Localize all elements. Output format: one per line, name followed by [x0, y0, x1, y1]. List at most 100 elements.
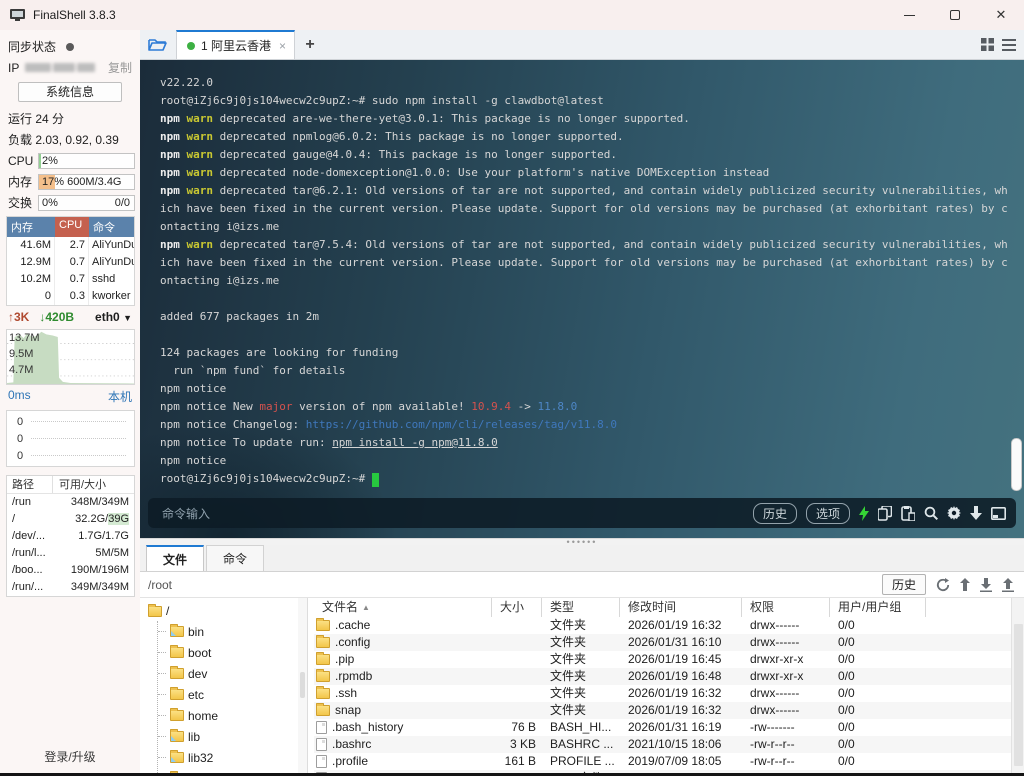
- connection-manager-button[interactable]: [140, 30, 176, 59]
- tab-session-1[interactable]: 1 阿里云香港 ×: [176, 30, 296, 59]
- connected-status-dot: [187, 41, 195, 50]
- maximize-button[interactable]: [932, 0, 978, 30]
- column-header[interactable]: 修改时间: [620, 598, 742, 617]
- column-header[interactable]: 类型: [542, 598, 620, 617]
- menu-icon[interactable]: [1002, 38, 1016, 51]
- tab-label: 1 阿里云香港: [201, 39, 272, 53]
- process-row: 12.9M 0.7 AliYunDu: [7, 254, 134, 271]
- file-icon: [316, 738, 327, 751]
- quick-command-icon[interactable]: [859, 505, 869, 521]
- terminal-line: ontacting i@izs.me: [160, 274, 280, 287]
- column-header[interactable]: 权限: [742, 598, 830, 617]
- terminal-line: ontacting i@izs.me: [160, 220, 280, 233]
- file-row[interactable]: .rpmdb 文件夹 2026/01/19 16:48 drwxr-xr-x 0/0: [314, 668, 1024, 685]
- new-tab-button[interactable]: +: [295, 30, 325, 59]
- tree-item-bin[interactable]: bin: [158, 621, 298, 642]
- file-row[interactable]: .bash_history 76 B BASH_HI... 2026/01/31 16…: [314, 719, 1024, 736]
- disk-row: /boo... 190M/196M: [12, 564, 129, 576]
- tab-close-icon[interactable]: ×: [279, 39, 286, 53]
- load-text: 负载 2.03, 0.92, 0.39: [8, 133, 119, 147]
- tree-item-home[interactable]: home: [158, 705, 298, 726]
- file-row[interactable]: .pip 文件夹 2026/01/19 16:45 drwxr-xr-x 0/0: [314, 651, 1024, 668]
- terminal-line: root@iZj6c9j0js104wecw2c9upZ:~#: [160, 470, 1024, 488]
- disk-table-header: 路径 可用/大小: [7, 476, 134, 494]
- terminal-line: ich have been fixed in the current versi…: [160, 202, 1008, 215]
- tab-files[interactable]: 文件: [146, 545, 205, 571]
- tree-item-boot[interactable]: boot: [158, 642, 298, 663]
- file-row[interactable]: .cache 文件夹 2026/01/19 16:32 drwx------ 0/0: [314, 617, 1024, 634]
- grid-view-icon[interactable]: [981, 38, 994, 51]
- close-button[interactable]: ✕: [978, 0, 1024, 30]
- file-list-scrollbar[interactable]: [1011, 598, 1024, 773]
- file-row[interactable]: .ssh 文件夹 2026/01/19 16:32 drwx------ 0/0: [314, 685, 1024, 702]
- login-upgrade-link[interactable]: 登录/升级: [0, 748, 140, 765]
- terminal-line: npm warn deprecated node-domexception@1.…: [160, 166, 770, 179]
- up-directory-icon[interactable]: [960, 578, 970, 591]
- disk-row: /run 348M/349M: [12, 496, 129, 508]
- download-arrow-icon[interactable]: [970, 506, 982, 520]
- ping-host[interactable]: 本机: [108, 388, 132, 405]
- copy-ip-link[interactable]: 复制: [108, 59, 132, 76]
- folder-icon: [316, 686, 330, 699]
- process-table-header: 内存 CPU 命令: [7, 217, 134, 237]
- process-row: 0 0.3 kworker: [7, 288, 134, 305]
- options-button[interactable]: 选项: [805, 502, 850, 524]
- tree-item-etc[interactable]: etc: [158, 684, 298, 705]
- tree-item-dev[interactable]: dev: [158, 663, 298, 684]
- tree-item-root[interactable]: /: [148, 601, 298, 621]
- file-row[interactable]: 73 BCFG 文件2026/01/19 16:450/0: [314, 770, 1024, 773]
- file-table-header: 文件名 ▲ 大小 类型 修改时间 权限 用户/用户组: [314, 598, 1024, 617]
- ping-row: 0: [7, 447, 134, 464]
- minimize-button[interactable]: [886, 0, 932, 30]
- path-history-button[interactable]: 历史: [881, 574, 926, 595]
- tab-commands[interactable]: 命令: [206, 545, 265, 571]
- paste-icon[interactable]: [901, 505, 915, 521]
- column-header[interactable]: 用户/用户组: [830, 598, 926, 617]
- column-header[interactable]: 大小: [492, 598, 542, 617]
- download-icon[interactable]: [980, 577, 992, 592]
- process-row: 10.2M 0.7 sshd: [7, 271, 134, 288]
- refresh-icon[interactable]: [936, 577, 950, 592]
- settings-gear-icon[interactable]: [947, 506, 961, 520]
- upload-rate: 3K: [14, 310, 30, 324]
- terminal[interactable]: v22.22.0 root@iZj6c9j0js104wecw2c9upZ:~# …: [140, 60, 1024, 538]
- terminal-line: npm notice: [160, 382, 227, 395]
- swap-meter: 0% 0/0: [38, 194, 135, 211]
- history-button[interactable]: 历史: [752, 502, 797, 524]
- terminal-line: npm warn deprecated are-we-there-yet@3.0…: [160, 112, 690, 125]
- sidebar: 同步状态 IP 复制 系统信息 运行 24 分 负载 2.03, 0.92, 0…: [0, 30, 140, 773]
- tree-item-lib64[interactable]: lib64: [158, 768, 298, 773]
- terminal-line: npm notice Changelog: https://github.com…: [160, 418, 617, 431]
- tree-item-lib[interactable]: lib: [158, 726, 298, 747]
- column-header[interactable]: 文件名 ▲: [314, 598, 492, 617]
- tree-scrollbar[interactable]: [298, 598, 307, 773]
- terminal-line: added 677 packages in 2m: [160, 310, 319, 323]
- panel-resize-divider[interactable]: ••••••: [140, 538, 1024, 547]
- terminal-scrollbar[interactable]: [1011, 438, 1022, 491]
- terminal-line: 124 packages are looking for funding: [160, 346, 399, 359]
- terminal-line: npm warn deprecated tar@7.5.4: Old versi…: [160, 238, 1008, 251]
- path-input[interactable]: /root: [148, 578, 172, 592]
- file-row[interactable]: snap 文件夹 2026/01/19 16:32 drwx------ 0/0: [314, 702, 1024, 719]
- file-table: 文件名 ▲ 大小 类型 修改时间 权限 用户/用户组 .cache 文件夹 2026/01/19…: [308, 598, 1024, 773]
- folder-icon: [170, 687, 184, 700]
- interface-selector[interactable]: eth0 ▼: [95, 310, 132, 324]
- search-icon[interactable]: [924, 506, 938, 520]
- memory-meter: 17% 600M/3.4G: [38, 173, 135, 190]
- copy-icon[interactable]: [878, 505, 892, 521]
- file-panel-tabs: 文件 命令: [140, 545, 1024, 572]
- sync-status-label: 同步状态: [8, 40, 57, 54]
- file-row[interactable]: .bashrc 3 KB BASHRC ... 2021/10/15 18:06 -rw…: [314, 736, 1024, 753]
- command-input[interactable]: 命令输入: [162, 505, 210, 522]
- disk-row: /dev/... 1.7G/1.7G: [12, 530, 129, 542]
- app-icon: [10, 8, 25, 22]
- window-mode-icon[interactable]: [991, 506, 1006, 520]
- upload-icon[interactable]: [1002, 577, 1014, 592]
- file-row[interactable]: .profile 161 B PROFILE ... 2019/07/09 18:05…: [314, 753, 1024, 770]
- folder-icon: [170, 645, 184, 658]
- disk-table: 路径 可用/大小/run 348M/349M/32.2G/39G/dev/... 1.…: [6, 475, 135, 597]
- file-row[interactable]: .config 文件夹 2026/01/31 16:10 drwx------ 0/0: [314, 634, 1024, 651]
- system-info-button[interactable]: 系统信息: [18, 82, 122, 102]
- tree-item-lib32[interactable]: lib32: [158, 747, 298, 768]
